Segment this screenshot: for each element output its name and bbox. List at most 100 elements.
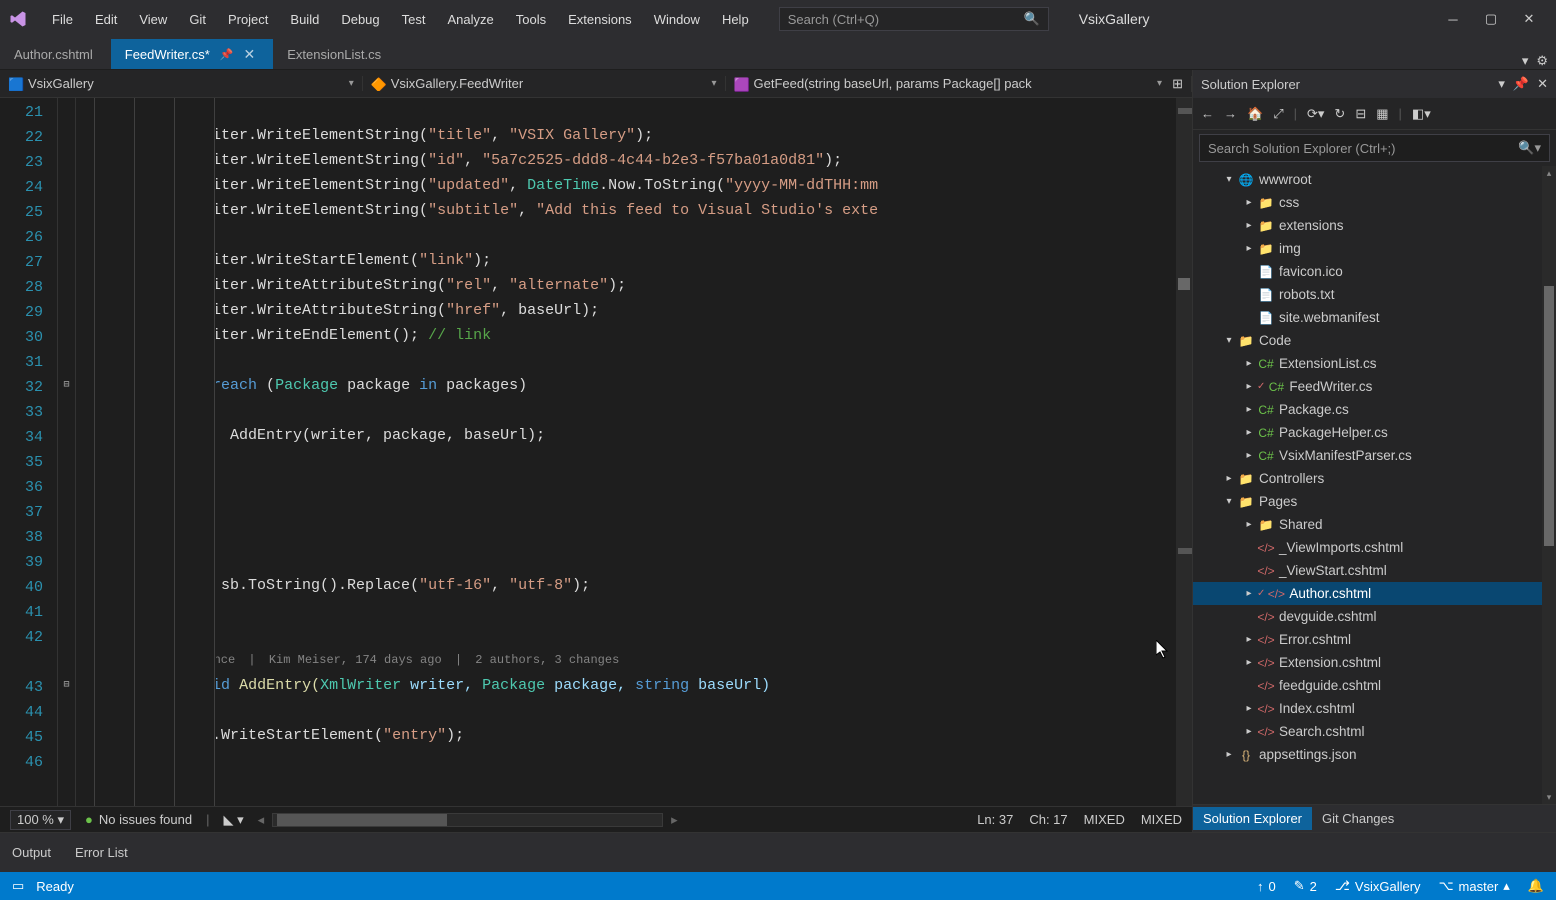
expand-toggle-icon[interactable]: ▾ <box>1221 335 1237 346</box>
code-line[interactable]: } <box>216 523 1176 548</box>
code-line[interactable] <box>216 498 1176 523</box>
code-editor[interactable]: writer.WriteElementString("title", "VSIX… <box>216 98 1176 806</box>
code-line[interactable]: writer.WriteStartElement("link"); <box>216 248 1176 273</box>
tree-item-vsixmanifestparser-cs[interactable]: ▸C#VsixManifestParser.cs <box>1193 444 1542 467</box>
menu-analyze[interactable]: Analyze <box>437 6 503 33</box>
codelens[interactable]: 1 reference | Kim Meiser, 174 days ago |… <box>216 648 1176 673</box>
solution-search-input[interactable]: Search Solution Explorer (Ctrl+;) 🔍▾ <box>1199 134 1550 162</box>
solution-tree[interactable]: ▾🌐wwwroot▸📁css▸📁extensions▸📁img📄favicon.… <box>1193 166 1542 804</box>
code-line[interactable]: private void AddEntry(XmlWriter writer, … <box>216 673 1176 698</box>
search-input[interactable]: Search (Ctrl+Q) 🔍 <box>779 7 1049 31</box>
nav-back-icon[interactable]: ← <box>1201 106 1214 121</box>
menu-build[interactable]: Build <box>280 6 329 33</box>
tree-item-controllers[interactable]: ▸📁Controllers <box>1193 467 1542 490</box>
fold-column[interactable]: ⊟ ⊟ <box>58 98 76 806</box>
menu-window[interactable]: Window <box>644 6 710 33</box>
expand-toggle-icon[interactable]: ▸ <box>1241 726 1257 737</box>
nav-class-dropdown[interactable]: 🔶 VsixGallery.FeedWriter ▾ <box>363 76 726 91</box>
menu-test[interactable]: Test <box>392 6 436 33</box>
editor-vertical-scrollbar[interactable] <box>1176 98 1192 806</box>
code-line[interactable]: writer.WriteElementString("title", "VSIX… <box>216 123 1176 148</box>
tree-item-index-cshtml[interactable]: ▸</>Index.cshtml <box>1193 697 1542 720</box>
expand-toggle-icon[interactable]: ▸ <box>1241 358 1257 369</box>
pending-changes[interactable]: ✎2 <box>1294 878 1317 894</box>
maximize-button[interactable]: ▢ <box>1484 12 1498 26</box>
code-line[interactable]: writer.WriteElementString("id", "5a7c252… <box>216 148 1176 173</box>
editor-horizontal-scrollbar[interactable]: ◂ ▸ <box>258 813 678 827</box>
tree-item-extensionlist-cs[interactable]: ▸C#ExtensionList.cs <box>1193 352 1542 375</box>
menu-debug[interactable]: Debug <box>331 6 389 33</box>
sync-icon[interactable]: ⟳▾ <box>1307 106 1324 122</box>
tree-item-appsettings-json[interactable]: ▸{}appsettings.json <box>1193 743 1542 766</box>
tree-item-packagehelper-cs[interactable]: ▸C#PackageHelper.cs <box>1193 421 1542 444</box>
expand-toggle-icon[interactable]: ▸ <box>1241 197 1257 208</box>
code-line[interactable]: writer.WriteEndElement(); // link <box>216 323 1176 348</box>
menu-edit[interactable]: Edit <box>85 6 127 33</box>
code-line[interactable] <box>216 473 1176 498</box>
expand-toggle-icon[interactable]: ▸ <box>1241 381 1257 392</box>
menu-view[interactable]: View <box>129 6 177 33</box>
close-tab-icon[interactable]: ✕ <box>243 46 255 63</box>
menu-help[interactable]: Help <box>712 6 759 33</box>
showall-icon[interactable]: ▦ <box>1376 106 1388 122</box>
code-line[interactable]: foreach (Package package in packages) <box>216 373 1176 398</box>
code-line[interactable]: { <box>216 398 1176 423</box>
bottom-tab-output[interactable]: Output <box>0 839 63 866</box>
expand-toggle-icon[interactable]: ▸ <box>1221 749 1237 760</box>
mode-indicator-1[interactable]: MIXED <box>1084 812 1125 827</box>
expand-toggle-icon[interactable]: ▸ <box>1241 703 1257 714</box>
code-line[interactable] <box>216 223 1176 248</box>
header-dropdown-icon[interactable]: ▾ <box>1498 76 1505 92</box>
side-tab-solution-explorer[interactable]: Solution Explorer <box>1193 807 1312 830</box>
expand-toggle-icon[interactable]: ▾ <box>1221 496 1237 507</box>
code-line[interactable]: writer.WriteAttributeString("href", base… <box>216 298 1176 323</box>
tab-extensionlist-cs[interactable]: ExtensionList.cs <box>273 39 399 69</box>
collapse-icon[interactable]: ⊟ <box>1355 106 1366 122</box>
tree-item-author-cshtml[interactable]: ▸✓</>Author.cshtml <box>1193 582 1542 605</box>
code-line[interactable]: AddEntry(writer, package, baseUrl); <box>216 423 1176 448</box>
nav-project-dropdown[interactable]: 🟦 VsixGallery ▾ <box>0 76 363 91</box>
pin-icon[interactable]: 📌 <box>220 48 234 61</box>
nav-forward-icon[interactable]: → <box>1224 106 1237 121</box>
notifications-icon[interactable]: 🔔 <box>1528 878 1544 894</box>
tree-item-img[interactable]: ▸📁img <box>1193 237 1542 260</box>
line-indicator[interactable]: Ln: 37 <box>977 812 1013 827</box>
tree-item-feedguide-cshtml[interactable]: </>feedguide.cshtml <box>1193 674 1542 697</box>
code-line[interactable]: } <box>216 448 1176 473</box>
tab-feedwriter-cs-[interactable]: FeedWriter.cs*📌✕ <box>111 39 273 69</box>
char-indicator[interactable]: Ch: 17 <box>1029 812 1067 827</box>
side-tab-git-changes[interactable]: Git Changes <box>1312 807 1404 830</box>
tree-item-shared[interactable]: ▸📁Shared <box>1193 513 1542 536</box>
close-button[interactable]: ✕ <box>1522 12 1536 26</box>
sync-status[interactable]: ↑0 <box>1257 879 1276 894</box>
tree-vertical-scrollbar[interactable]: ▴ ▾ <box>1542 166 1556 804</box>
expand-toggle-icon[interactable]: ▸ <box>1241 427 1257 438</box>
expand-toggle-icon[interactable]: ▸ <box>1241 657 1257 668</box>
code-line[interactable]: writer.WriteElementString("subtitle", "A… <box>216 198 1176 223</box>
minimize-button[interactable]: ─ <box>1446 12 1460 26</box>
mode-indicator-2[interactable]: MIXED <box>1141 812 1182 827</box>
fold-toggle-icon[interactable]: ⊟ <box>58 673 75 698</box>
expand-toggle-icon[interactable]: ▸ <box>1241 519 1257 530</box>
code-line[interactable]: writer.WriteStartElement("entry"); <box>216 723 1176 748</box>
menu-tools[interactable]: Tools <box>506 6 556 33</box>
bottom-tab-error-list[interactable]: Error List <box>63 839 140 866</box>
tree-item-site-webmanifest[interactable]: 📄site.webmanifest <box>1193 306 1542 329</box>
nav-member-dropdown[interactable]: 🟪 GetFeed(string baseUrl, params Package… <box>726 76 1192 92</box>
task-icon[interactable]: ▭ <box>12 878 24 894</box>
tree-item-pages[interactable]: ▾📁Pages <box>1193 490 1542 513</box>
home-icon[interactable]: 🏠 <box>1247 106 1263 122</box>
expand-toggle-icon[interactable]: ▸ <box>1241 588 1257 599</box>
tree-item-css[interactable]: ▸📁css <box>1193 191 1542 214</box>
code-line[interactable]: writer.WriteAttributeString("rel", "alte… <box>216 273 1176 298</box>
issues-indicator[interactable]: ● No issues found <box>85 812 192 827</box>
expand-toggle-icon[interactable]: ▾ <box>1221 174 1237 185</box>
code-line[interactable] <box>216 748 1176 773</box>
code-line[interactable]: } <box>216 598 1176 623</box>
gear-icon[interactable]: ⚙ <box>1536 53 1548 69</box>
scope-icon[interactable]: ⤢ <box>1273 106 1283 122</box>
tree-item-extension-cshtml[interactable]: ▸</>Extension.cshtml <box>1193 651 1542 674</box>
menu-git[interactable]: Git <box>179 6 216 33</box>
tree-item-error-cshtml[interactable]: ▸</>Error.cshtml <box>1193 628 1542 651</box>
split-icon[interactable]: ⊞ <box>1172 76 1183 92</box>
